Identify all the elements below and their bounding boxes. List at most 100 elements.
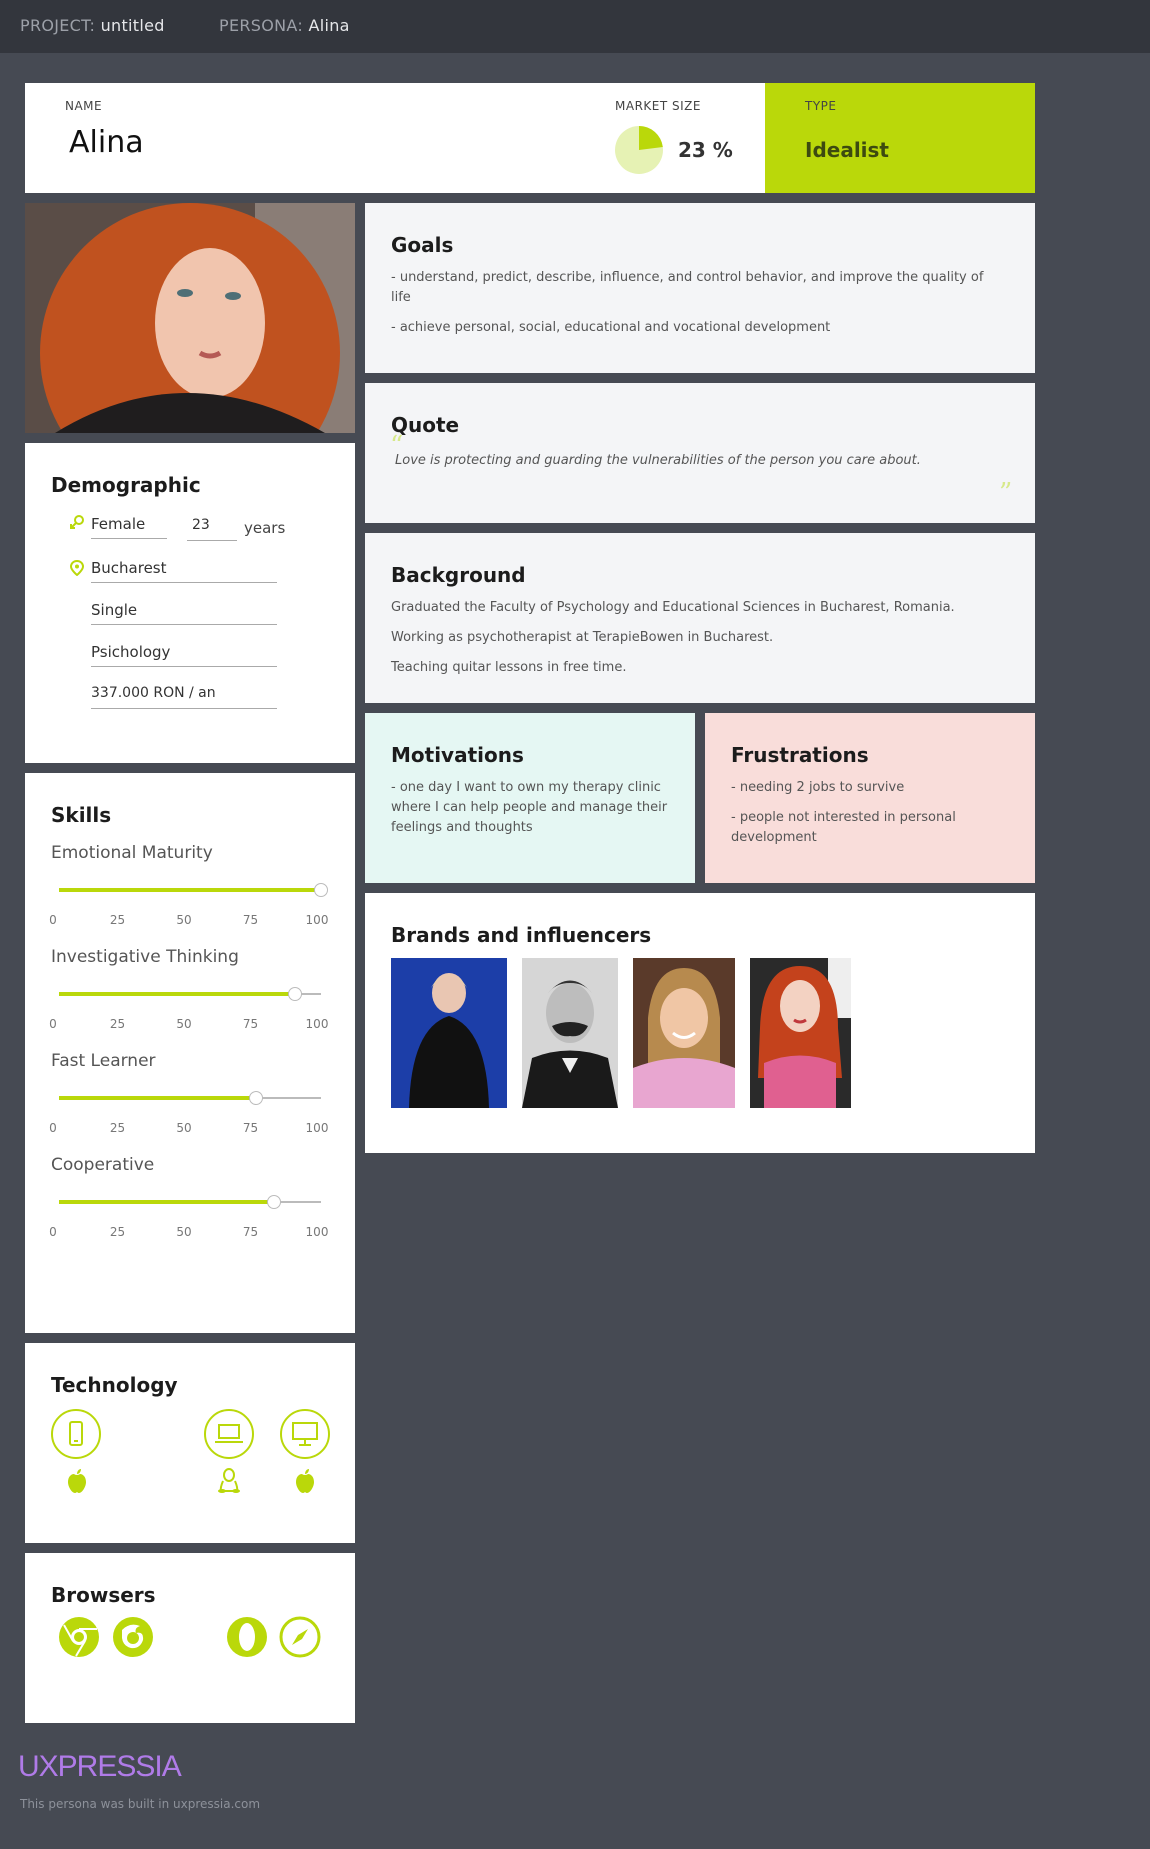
type-panel: TYPE Idealist — [765, 83, 1035, 193]
skill-slider-handle[interactable] — [287, 987, 302, 1001]
skill-scale-tick: 50 — [176, 1121, 192, 1135]
skill-scale-tick: 0 — [49, 1225, 57, 1239]
skill-slider-fill — [59, 1200, 274, 1204]
skill-slider[interactable] — [59, 883, 328, 897]
skill-label: Emotional Maturity — [51, 843, 213, 863]
age-unit: years — [244, 519, 286, 537]
skill-scale-tick: 25 — [109, 1225, 126, 1239]
firefox-icon[interactable] — [112, 1616, 154, 1658]
skills-card: Skills Emotional Maturity 0 25 50 75 100 Inves… — [25, 773, 355, 1333]
background-item[interactable]: Graduated the Faculty of Psychology and … — [391, 598, 1011, 618]
market-size-pie — [615, 126, 663, 174]
skill-slider[interactable] — [59, 1195, 321, 1209]
skill-slider[interactable] — [59, 1091, 321, 1105]
persona-portrait-image — [25, 203, 355, 433]
close-quote-icon: ” — [999, 478, 1013, 508]
skill-label: Fast Learner — [51, 1051, 156, 1071]
goals-card: Goals - understand, predict, describe, i… — [365, 203, 1035, 373]
motivations-title: Motivations — [391, 743, 524, 767]
skill-scale-tick: 50 — [176, 1017, 192, 1031]
background-title: Background — [391, 563, 526, 587]
skill-scale-tick: 75 — [242, 1225, 259, 1239]
skill-slider-handle[interactable] — [314, 883, 328, 897]
demographic-card: Demographic Female 23 years Bucharest Si… — [25, 443, 355, 763]
linux-icon — [218, 1468, 240, 1493]
apple-icon — [296, 1469, 314, 1493]
income-field[interactable]: 337.000 RON / an — [91, 685, 277, 709]
skill-slider-handle[interactable] — [266, 1195, 281, 1209]
skill-scale-tick: 25 — [109, 913, 126, 927]
chrome-icon[interactable] — [58, 1616, 100, 1658]
frustrations-title: Frustrations — [731, 743, 869, 767]
type-label: TYPE — [805, 99, 837, 113]
influencer-photo[interactable] — [750, 958, 851, 1108]
top-bar: PROJECT: untitled PERSONA: Alina — [0, 0, 1150, 53]
skill-scale-tick: 100 — [305, 1017, 329, 1031]
skill-slider-fill — [59, 888, 321, 892]
browsers-title: Browsers — [51, 1583, 156, 1607]
frustration-item[interactable]: - needing 2 jobs to survive — [731, 778, 1011, 798]
quote-card: Quote “ Love is protecting and guarding … — [365, 383, 1035, 523]
motivation-item[interactable]: - one day I want to own my therapy clini… — [391, 778, 671, 838]
skill-scale-tick: 100 — [305, 1225, 329, 1239]
type-value[interactable]: Idealist — [805, 138, 889, 162]
skill-slider[interactable] — [59, 987, 321, 1001]
skill-slider-fill — [59, 1096, 256, 1100]
influencer-photo[interactable] — [522, 958, 618, 1108]
brands-card: Brands and influencers — [365, 893, 1035, 1153]
project-label: PROJECT: — [20, 16, 96, 35]
project-name: untitled — [100, 16, 165, 35]
footer-note: This persona was built in uxpressia.com — [20, 1797, 261, 1811]
technology-title: Technology — [51, 1373, 178, 1397]
skill-scale-tick: 0 — [49, 1017, 57, 1031]
technology-card: Technology — [25, 1343, 355, 1543]
background-item[interactable]: Teaching quitar lessons in free time. — [391, 658, 1011, 678]
location-pin-icon — [70, 560, 84, 576]
frustration-item[interactable]: - people not interested in personal deve… — [731, 808, 1011, 848]
location-field[interactable]: Bucharest — [91, 559, 277, 583]
opera-icon[interactable] — [226, 1616, 268, 1658]
skill-scale-tick: 25 — [109, 1017, 126, 1031]
influencer-photo[interactable] — [391, 958, 507, 1108]
goals-title: Goals — [391, 233, 454, 257]
project-indicator[interactable]: PROJECT: untitled — [20, 16, 165, 35]
skill-scale-tick: 75 — [242, 1121, 259, 1135]
name-label: NAME — [65, 99, 103, 113]
skills-title: Skills — [51, 803, 112, 827]
uxpressia-logo[interactable]: UXPRESSIA — [18, 1750, 182, 1784]
persona-photo[interactable] — [25, 203, 355, 433]
skill-scale-tick: 0 — [49, 1121, 57, 1135]
skill-scale-tick: 0 — [49, 913, 57, 927]
skill-scale-tick: 50 — [176, 913, 192, 927]
age-field[interactable]: 23 — [187, 517, 237, 541]
demographic-title: Demographic — [51, 473, 201, 497]
gender-icon — [70, 515, 84, 529]
persona-indicator[interactable]: PERSONA: Alina — [219, 16, 350, 35]
desktop-icon[interactable] — [280, 1409, 330, 1459]
frustrations-card: Frustrations - needing 2 jobs to survive… — [705, 713, 1035, 883]
mobile-phone-icon[interactable] — [51, 1409, 101, 1459]
apple-icon — [68, 1469, 86, 1493]
goal-item[interactable]: - understand, predict, describe, influen… — [391, 268, 1001, 308]
persona-label: PERSONA: — [219, 16, 304, 35]
occupation-field[interactable]: Psichology — [91, 643, 277, 667]
skill-scale-tick: 25 — [109, 1121, 126, 1135]
persona-name: Alina — [308, 16, 350, 35]
skill-slider-handle[interactable] — [248, 1091, 263, 1105]
motivations-card: Motivations - one day I want to own my t… — [365, 713, 695, 883]
persona-name-value[interactable]: Alina — [69, 125, 144, 160]
laptop-icon[interactable] — [204, 1409, 254, 1459]
marital-status-field[interactable]: Single — [91, 601, 277, 625]
browsers-card: Browsers — [25, 1553, 355, 1723]
gender-field[interactable]: Female — [91, 515, 167, 539]
background-item[interactable]: Working as psychotherapist at TerapieBow… — [391, 628, 1011, 648]
skill-scale-tick: 100 — [305, 1121, 329, 1135]
safari-icon[interactable] — [279, 1616, 321, 1658]
skill-scale-tick: 75 — [242, 1017, 259, 1031]
skill-label: Investigative Thinking — [51, 947, 239, 967]
skill-scale-tick: 50 — [176, 1225, 192, 1239]
skill-scale-tick: 100 — [305, 913, 329, 927]
influencer-photo[interactable] — [633, 958, 735, 1108]
goal-item[interactable]: - achieve personal, social, educational … — [391, 318, 1001, 338]
quote-text[interactable]: Love is protecting and guarding the vuln… — [395, 453, 921, 468]
